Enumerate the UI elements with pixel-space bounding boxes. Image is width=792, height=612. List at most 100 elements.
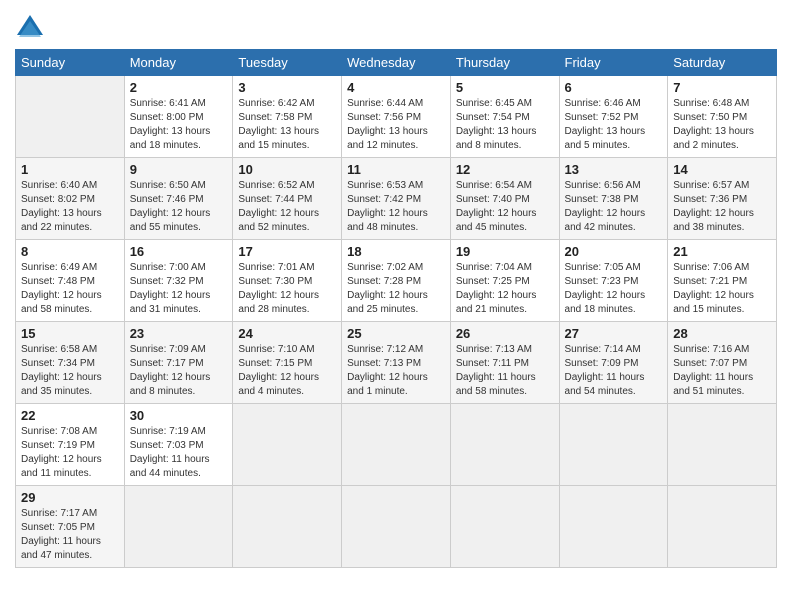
day-number: 14	[673, 162, 771, 177]
calendar-cell: 7Sunrise: 6:48 AM Sunset: 7:50 PM Daylig…	[668, 76, 777, 158]
calendar-cell: 5 Sunrise: 6:45 AM Sunset: 7:54 PM Daylig…	[450, 76, 559, 158]
day-number: 18	[347, 244, 445, 259]
calendar-cell: 27 Sunrise: 7:14 AM Sunset: 7:09 PM Dayli…	[559, 322, 668, 404]
day-info: Sunrise: 6:46 AM Sunset: 7:52 PM Dayligh…	[565, 97, 663, 153]
day-info: Sunrise: 6:52 AM Sunset: 7:44 PM Dayligh…	[238, 179, 336, 235]
calendar-cell: 21 Sunrise: 7:06 AM Sunset: 7:21 PM Dayli…	[668, 240, 777, 322]
day-number: 29	[21, 490, 119, 505]
calendar-cell: 8Sunrise: 6:49 AM Sunset: 7:48 PM Daylig…	[16, 240, 125, 322]
day-number: 19	[456, 244, 554, 259]
calendar-cell	[559, 486, 668, 568]
day-info: Sunrise: 6:42 AM Sunset: 7:58 PM Dayligh…	[238, 97, 336, 153]
calendar-cell	[342, 404, 451, 486]
day-number: 16	[130, 244, 228, 259]
day-number: 8	[21, 244, 119, 259]
day-info: Sunrise: 7:06 AM Sunset: 7:21 PM Dayligh…	[673, 261, 771, 317]
calendar-week-row: 22Sunrise: 7:08 AM Sunset: 7:19 PM Dayli…	[16, 404, 777, 486]
calendar-cell	[668, 404, 777, 486]
day-number: 26	[456, 326, 554, 341]
calendar-cell	[16, 76, 125, 158]
day-number: 4	[347, 80, 445, 95]
calendar-cell: 6Sunrise: 6:46 AM Sunset: 7:52 PM Daylig…	[559, 76, 668, 158]
calendar-cell: 2 Sunrise: 6:41 AM Sunset: 8:00 PM Daylig…	[124, 76, 233, 158]
day-info: Sunrise: 6:57 AM Sunset: 7:36 PM Dayligh…	[673, 179, 771, 235]
weekday-header: Saturday	[668, 50, 777, 76]
day-number: 12	[456, 162, 554, 177]
calendar-cell: 10 Sunrise: 6:52 AM Sunset: 7:44 PM Dayli…	[233, 158, 342, 240]
calendar-cell: 4 Sunrise: 6:44 AM Sunset: 7:56 PM Daylig…	[342, 76, 451, 158]
day-number: 25	[347, 326, 445, 341]
calendar-cell	[342, 486, 451, 568]
day-number: 17	[238, 244, 336, 259]
day-info: Sunrise: 7:17 AM Sunset: 7:05 PM Dayligh…	[21, 507, 119, 563]
day-info: Sunrise: 6:40 AM Sunset: 8:02 PM Dayligh…	[21, 179, 119, 235]
weekday-header: Thursday	[450, 50, 559, 76]
day-info: Sunrise: 7:16 AM Sunset: 7:07 PM Dayligh…	[673, 343, 771, 399]
day-number: 24	[238, 326, 336, 341]
calendar-cell: 26Sunrise: 7:13 AM Sunset: 7:11 PM Dayli…	[450, 322, 559, 404]
day-info: Sunrise: 6:58 AM Sunset: 7:34 PM Dayligh…	[21, 343, 119, 399]
calendar-cell: 30 Sunrise: 7:19 AM Sunset: 7:03 PM Dayli…	[124, 404, 233, 486]
day-info: Sunrise: 7:09 AM Sunset: 7:17 PM Dayligh…	[130, 343, 228, 399]
calendar-cell: 23Sunrise: 7:09 AM Sunset: 7:17 PM Dayli…	[124, 322, 233, 404]
day-number: 27	[565, 326, 663, 341]
calendar-cell	[450, 404, 559, 486]
calendar-cell	[233, 486, 342, 568]
day-number: 10	[238, 162, 336, 177]
calendar-cell	[559, 404, 668, 486]
day-number: 30	[130, 408, 228, 423]
day-info: Sunrise: 7:01 AM Sunset: 7:30 PM Dayligh…	[238, 261, 336, 317]
day-info: Sunrise: 6:54 AM Sunset: 7:40 PM Dayligh…	[456, 179, 554, 235]
calendar-cell: 3Sunrise: 6:42 AM Sunset: 7:58 PM Daylig…	[233, 76, 342, 158]
calendar-week-row: 1 Sunrise: 6:40 AM Sunset: 8:02 PM Daylig…	[16, 158, 777, 240]
day-number: 21	[673, 244, 771, 259]
weekday-header: Monday	[124, 50, 233, 76]
day-number: 11	[347, 162, 445, 177]
day-number: 22	[21, 408, 119, 423]
header-row: SundayMondayTuesdayWednesdayThursdayFrid…	[16, 50, 777, 76]
calendar-cell	[124, 486, 233, 568]
calendar-cell: 12 Sunrise: 6:54 AM Sunset: 7:40 PM Dayli…	[450, 158, 559, 240]
day-info: Sunrise: 6:48 AM Sunset: 7:50 PM Dayligh…	[673, 97, 771, 153]
day-number: 1	[21, 162, 119, 177]
calendar-week-row: 15 Sunrise: 6:58 AM Sunset: 7:34 PM Dayli…	[16, 322, 777, 404]
day-info: Sunrise: 6:53 AM Sunset: 7:42 PM Dayligh…	[347, 179, 445, 235]
day-info: Sunrise: 7:00 AM Sunset: 7:32 PM Dayligh…	[130, 261, 228, 317]
calendar-cell: 18 Sunrise: 7:02 AM Sunset: 7:28 PM Dayli…	[342, 240, 451, 322]
calendar-week-row: 8Sunrise: 6:49 AM Sunset: 7:48 PM Daylig…	[16, 240, 777, 322]
day-info: Sunrise: 6:44 AM Sunset: 7:56 PM Dayligh…	[347, 97, 445, 153]
day-info: Sunrise: 7:05 AM Sunset: 7:23 PM Dayligh…	[565, 261, 663, 317]
day-number: 20	[565, 244, 663, 259]
weekday-header: Friday	[559, 50, 668, 76]
day-info: Sunrise: 6:56 AM Sunset: 7:38 PM Dayligh…	[565, 179, 663, 235]
calendar-cell: 16 Sunrise: 7:00 AM Sunset: 7:32 PM Dayli…	[124, 240, 233, 322]
day-info: Sunrise: 7:14 AM Sunset: 7:09 PM Dayligh…	[565, 343, 663, 399]
day-number: 5	[456, 80, 554, 95]
calendar-cell: 17 Sunrise: 7:01 AM Sunset: 7:30 PM Dayli…	[233, 240, 342, 322]
day-number: 9	[130, 162, 228, 177]
calendar-week-row: 2 Sunrise: 6:41 AM Sunset: 8:00 PM Daylig…	[16, 76, 777, 158]
weekday-header: Wednesday	[342, 50, 451, 76]
day-info: Sunrise: 7:19 AM Sunset: 7:03 PM Dayligh…	[130, 425, 228, 481]
day-number: 2	[130, 80, 228, 95]
weekday-header: Tuesday	[233, 50, 342, 76]
calendar-cell: 20 Sunrise: 7:05 AM Sunset: 7:23 PM Dayli…	[559, 240, 668, 322]
calendar-cell: 11 Sunrise: 6:53 AM Sunset: 7:42 PM Dayli…	[342, 158, 451, 240]
logo	[15, 15, 47, 41]
calendar-cell: 25Sunrise: 7:12 AM Sunset: 7:13 PM Dayli…	[342, 322, 451, 404]
day-info: Sunrise: 6:45 AM Sunset: 7:54 PM Dayligh…	[456, 97, 554, 153]
day-info: Sunrise: 7:04 AM Sunset: 7:25 PM Dayligh…	[456, 261, 554, 317]
weekday-header: Sunday	[16, 50, 125, 76]
calendar-week-row: 29 Sunrise: 7:17 AM Sunset: 7:05 PM Dayli…	[16, 486, 777, 568]
logo-icon	[15, 13, 45, 41]
day-info: Sunrise: 6:41 AM Sunset: 8:00 PM Dayligh…	[130, 97, 228, 153]
calendar-cell: 13 Sunrise: 6:56 AM Sunset: 7:38 PM Dayli…	[559, 158, 668, 240]
day-info: Sunrise: 6:50 AM Sunset: 7:46 PM Dayligh…	[130, 179, 228, 235]
day-number: 15	[21, 326, 119, 341]
calendar-cell: 22Sunrise: 7:08 AM Sunset: 7:19 PM Dayli…	[16, 404, 125, 486]
day-info: Sunrise: 7:02 AM Sunset: 7:28 PM Dayligh…	[347, 261, 445, 317]
header	[15, 10, 777, 41]
calendar-cell: 9 Sunrise: 6:50 AM Sunset: 7:46 PM Daylig…	[124, 158, 233, 240]
day-number: 13	[565, 162, 663, 177]
calendar-cell	[668, 486, 777, 568]
